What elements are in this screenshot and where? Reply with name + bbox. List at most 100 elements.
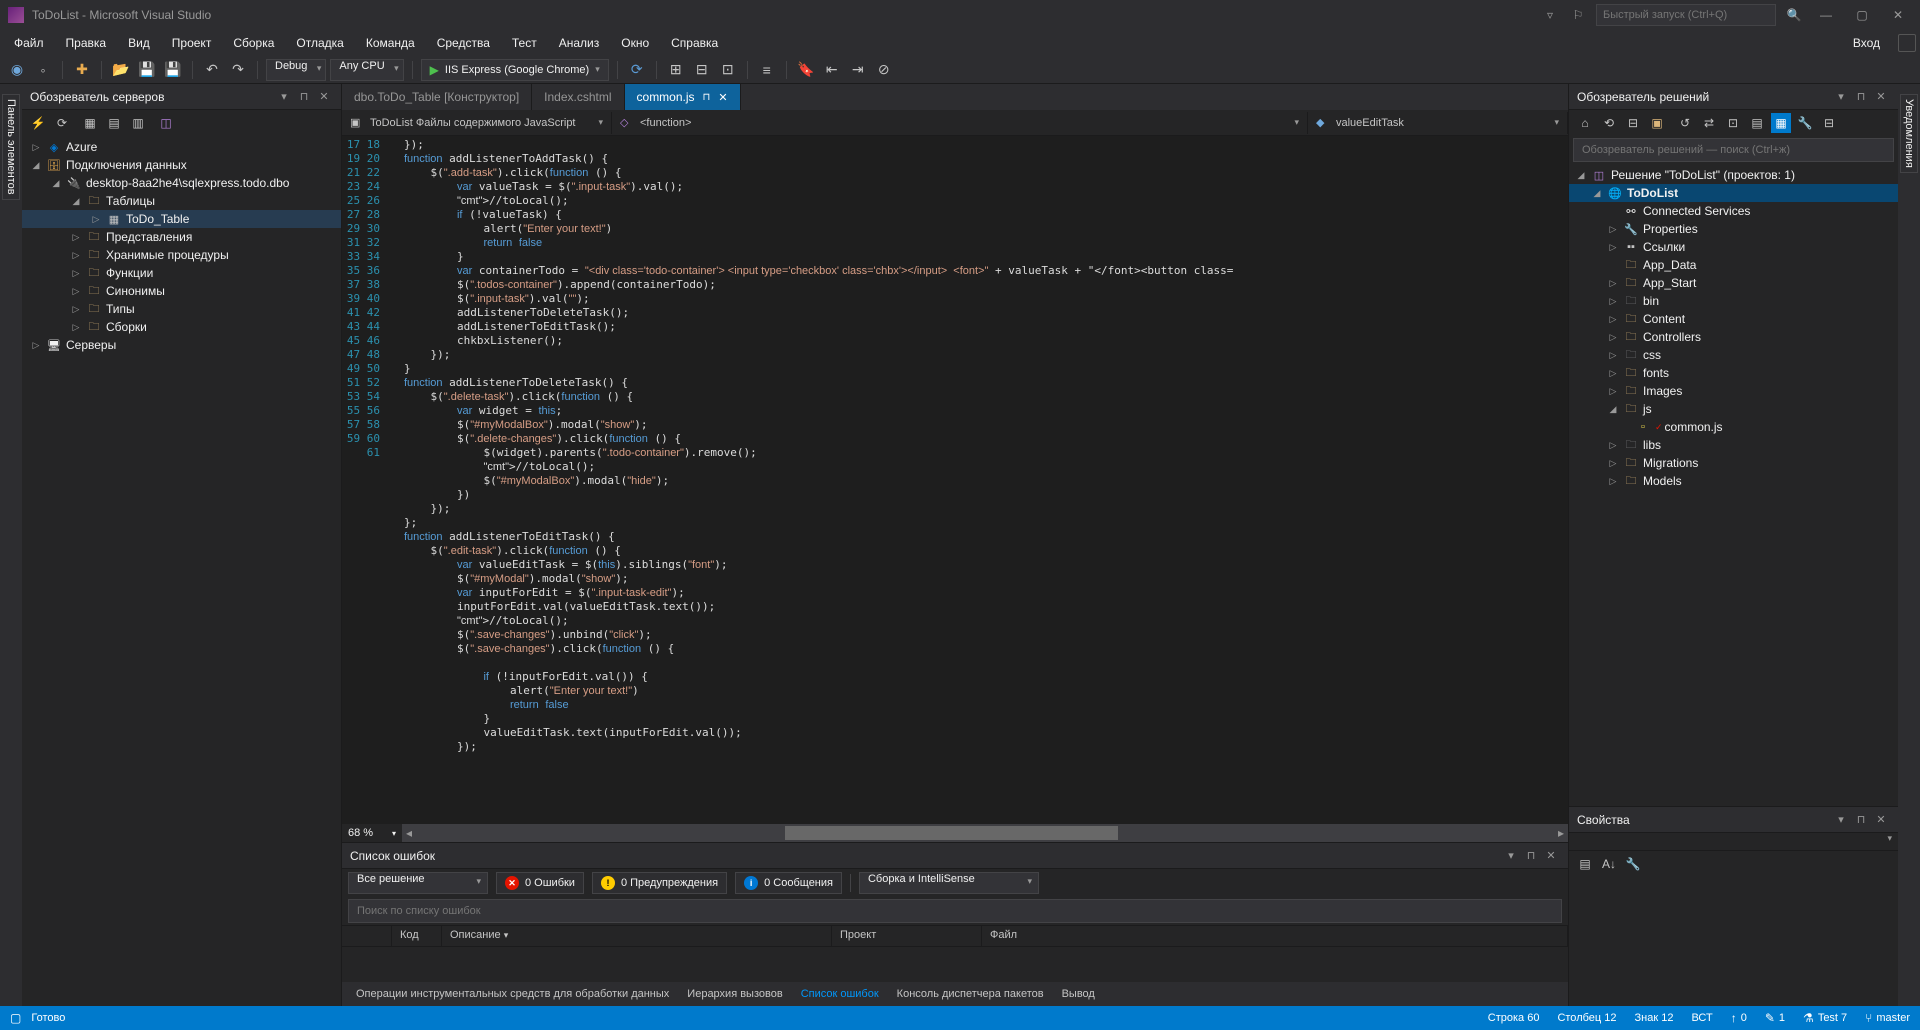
- tb-icon-6[interactable]: ⇥: [847, 59, 869, 81]
- tb-icon-3[interactable]: ⊡: [717, 59, 739, 81]
- save-icon[interactable]: 💾: [136, 59, 158, 81]
- se-icon-7[interactable]: ⊡: [1723, 113, 1743, 133]
- horizontal-scrollbar[interactable]: [430, 826, 1540, 840]
- tab-error-list[interactable]: Список ошибок: [793, 985, 887, 1003]
- save-all-icon[interactable]: 💾: [162, 59, 184, 81]
- se-js[interactable]: ◢🗀js: [1569, 400, 1898, 418]
- se-icon-5[interactable]: ▥: [128, 113, 148, 133]
- se-refresh-icon[interactable]: ⟳: [52, 113, 72, 133]
- se-home-icon[interactable]: ⌂: [1575, 113, 1595, 133]
- redo-icon[interactable]: ↷: [227, 59, 249, 81]
- se-icon-9[interactable]: ▦: [1771, 113, 1791, 133]
- tab-dbo-table[interactable]: dbo.ToDo_Table [Конструктор]: [342, 84, 532, 110]
- se-props-icon[interactable]: 🔧: [1795, 113, 1815, 133]
- status-publish[interactable]: ↑0: [1731, 1011, 1747, 1025]
- scroll-right-icon[interactable]: ▸: [1554, 826, 1568, 840]
- se-common-js[interactable]: ▫✓common.js: [1569, 418, 1898, 436]
- menu-analyze[interactable]: Анализ: [549, 32, 610, 54]
- tree-synonyms[interactable]: ▷🗀Синонимы: [22, 282, 341, 300]
- prop-pages-icon[interactable]: 🔧: [1623, 854, 1643, 874]
- col-code[interactable]: Код: [392, 926, 442, 946]
- warnings-filter[interactable]: !0 Предупреждения: [592, 872, 727, 894]
- se-collapse-icon[interactable]: ⊟: [1623, 113, 1643, 133]
- undo-icon[interactable]: ↶: [201, 59, 223, 81]
- se-appdata[interactable]: 🗀App_Data: [1569, 256, 1898, 274]
- error-search-input[interactable]: [348, 899, 1562, 923]
- menu-edit[interactable]: Правка: [56, 32, 117, 54]
- tree-types[interactable]: ▷🗀Типы: [22, 300, 341, 318]
- back-icon[interactable]: ◉: [6, 59, 28, 81]
- nav-member-combo[interactable]: ◇<function>▾: [612, 112, 1308, 134]
- se-references[interactable]: ▷▪▪Ссылки: [1569, 238, 1898, 256]
- nav-local-combo[interactable]: ◆valueEditTask▾: [1308, 112, 1568, 134]
- zoom-combo[interactable]: 68 %▾: [342, 824, 402, 842]
- tree-dsn[interactable]: ◢🔌desktop-8aa2he4\sqlexpress.todo.dbo: [22, 174, 341, 192]
- col-icon[interactable]: [342, 926, 392, 946]
- se-icon-11[interactable]: ⊟: [1819, 113, 1839, 133]
- status-col[interactable]: Столбец 12: [1557, 1012, 1616, 1024]
- tab-index-cshtml[interactable]: Index.cshtml: [532, 84, 624, 110]
- tb-icon-7[interactable]: ⊘: [873, 59, 895, 81]
- editor-body[interactable]: 17 18 19 20 21 22 23 24 25 26 27 28 29 3…: [342, 136, 1568, 824]
- tb-icon-5[interactable]: ⇤: [821, 59, 843, 81]
- panel-dropdown-icon[interactable]: ▾: [1832, 88, 1850, 106]
- config-combo[interactable]: Debug: [266, 59, 326, 81]
- tab-data-tools[interactable]: Операции инструментальных средств для об…: [348, 985, 677, 1003]
- toolbox-tab[interactable]: Панель элементов: [2, 94, 20, 200]
- status-char[interactable]: Знак 12: [1635, 1012, 1674, 1024]
- status-branch[interactable]: ⑂master: [1865, 1011, 1910, 1025]
- panel-pin-icon[interactable]: ⊓: [1522, 847, 1540, 865]
- col-file[interactable]: Файл: [982, 926, 1568, 946]
- start-debug-button[interactable]: ▶IIS Express (Google Chrome)▾: [421, 59, 609, 81]
- menu-tools[interactable]: Средства: [427, 32, 500, 54]
- fold-gutter[interactable]: [386, 136, 400, 824]
- forward-icon[interactable]: ◦: [32, 59, 54, 81]
- panel-pin-icon[interactable]: ⊓: [1852, 88, 1870, 106]
- filter-icon[interactable]: ▿: [1540, 5, 1560, 25]
- se-icon-6[interactable]: ◫: [156, 113, 176, 133]
- menu-project[interactable]: Проект: [162, 32, 222, 54]
- signin-link[interactable]: Вход: [1843, 32, 1890, 54]
- tree-servers[interactable]: ▷🖥Серверы: [22, 336, 341, 354]
- se-showall-icon[interactable]: ▣: [1647, 113, 1667, 133]
- se-icon-3[interactable]: ▦: [80, 113, 100, 133]
- tree-assemblies[interactable]: ▷🗀Сборки: [22, 318, 341, 336]
- col-desc[interactable]: Описание ▾: [442, 926, 832, 946]
- tree-funcs[interactable]: ▷🗀Функции: [22, 264, 341, 282]
- se-sync-icon[interactable]: ⟲: [1599, 113, 1619, 133]
- panel-dropdown-icon[interactable]: ▾: [1832, 811, 1850, 829]
- menu-file[interactable]: Файл: [4, 32, 54, 54]
- tb-icon-1[interactable]: ⊞: [665, 59, 687, 81]
- panel-pin-icon[interactable]: ⊓: [1852, 811, 1870, 829]
- panel-close-icon[interactable]: ✕: [1872, 811, 1890, 829]
- close-button[interactable]: ✕: [1884, 5, 1912, 25]
- status-tests[interactable]: ⚗Test 7: [1803, 1011, 1847, 1025]
- se-controllers[interactable]: ▷🗀Controllers: [1569, 328, 1898, 346]
- panel-pin-icon[interactable]: ⊓: [295, 88, 313, 106]
- project-node[interactable]: ◢🌐ToDoList: [1569, 184, 1898, 202]
- tab-output[interactable]: Вывод: [1054, 985, 1103, 1003]
- prop-az-icon[interactable]: A↓: [1599, 854, 1619, 874]
- se-images[interactable]: ▷🗀Images: [1569, 382, 1898, 400]
- status-changes[interactable]: ✎1: [1765, 1011, 1785, 1025]
- menu-help[interactable]: Справка: [661, 32, 728, 54]
- search-icon[interactable]: 🔍: [1784, 5, 1804, 25]
- notifications-icon[interactable]: ⚐: [1568, 5, 1588, 25]
- maximize-button[interactable]: ▢: [1848, 5, 1876, 25]
- se-libs[interactable]: ▷🗀libs: [1569, 436, 1898, 454]
- panel-close-icon[interactable]: ✕: [1542, 847, 1560, 865]
- properties-dropdown-icon[interactable]: ▾: [1887, 833, 1892, 850]
- prop-cat-icon[interactable]: ▤: [1575, 854, 1595, 874]
- menu-build[interactable]: Сборка: [223, 32, 284, 54]
- scope-combo[interactable]: Все решение: [348, 872, 488, 894]
- panel-dropdown-icon[interactable]: ▾: [275, 88, 293, 106]
- se-migrations[interactable]: ▷🗀Migrations: [1569, 454, 1898, 472]
- se-icon-8[interactable]: ▤: [1747, 113, 1767, 133]
- solution-search-input[interactable]: [1573, 138, 1894, 162]
- solution-node[interactable]: ◢◫Решение "ToDoList" (проектов: 1): [1569, 166, 1898, 184]
- code-content[interactable]: }); function addListenerToAddTask() { $(…: [400, 136, 1568, 824]
- panel-dropdown-icon[interactable]: ▾: [1502, 847, 1520, 865]
- col-project[interactable]: Проект: [832, 926, 982, 946]
- se-appstart[interactable]: ▷🗀App_Start: [1569, 274, 1898, 292]
- notifications-tab[interactable]: Уведомления: [1900, 94, 1918, 173]
